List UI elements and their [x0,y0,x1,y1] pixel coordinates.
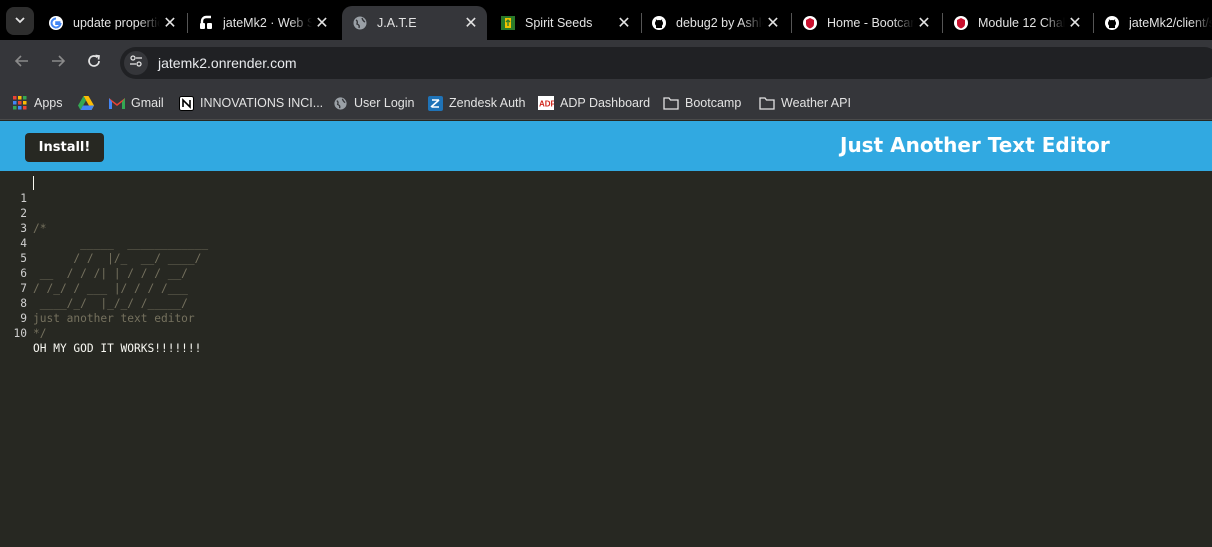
bookmark-label: Bootcamp [685,96,742,110]
editor-line[interactable]: 2 /* [0,191,1212,235]
tab-strip: update properties ✕ jateMk2 · Web Servic… [0,0,1212,40]
bookmark-label: Zendesk Auth [449,96,526,110]
editor-line[interactable]: 3 _____ ____________ [0,206,1212,250]
bookmark-adp-dashboard[interactable]: ADP ADP Dashboard [538,92,650,114]
reload-button[interactable] [82,51,106,75]
bootcamp-icon [802,15,818,31]
bookmark-bootcamp-folder[interactable]: Bootcamp [663,92,741,114]
close-icon[interactable]: ✕ [312,13,332,33]
tab-title: jateMk2/client/src [1129,16,1212,30]
bootcamp-icon [953,15,969,31]
browser-toolbar: jatemk2.onrender.com [0,40,1212,86]
tab-search-button[interactable] [6,7,34,35]
arrow-left-icon [14,53,30,74]
arrow-right-icon [50,53,66,74]
bookmark-label: Apps [34,96,63,110]
reload-icon [86,53,102,74]
bookmark-gmail[interactable]: Gmail [109,92,164,114]
github-icon [1104,15,1120,31]
back-button[interactable] [10,51,34,75]
editor-line[interactable]: 9 */ [0,296,1212,340]
bookmarks-bar: Apps Gmail INNOVATIONS INCI... User Logi… [0,86,1212,120]
bookmark-label: Weather API [781,96,851,110]
tab-title: update properties [73,16,160,30]
app-title: Just Another Text Editor [840,133,1110,157]
bookmark-user-login[interactable]: User Login [332,92,414,114]
tab-title: J.A.T.E [377,16,417,30]
globe-icon [352,15,368,31]
render-icon [198,15,214,31]
forward-button[interactable] [46,51,70,75]
tab-jatemk2-client-src[interactable]: jateMk2/client/src [1094,6,1212,40]
folder-icon [663,95,679,111]
google-icon [48,15,64,31]
editor-line[interactable]: 7 ____/_/ |_/_/ /_____/ [0,266,1212,310]
tab-spirit-seeds[interactable]: Spirit Seeds ✕ [490,6,640,40]
tab-title: debug2 by AshleyB [676,16,763,30]
editor-line[interactable]: 6 / /_/ / ___ |/ / / /___ [0,251,1212,295]
tab-home-bootcamp[interactable]: Home - Bootcamp ✕ [792,6,940,40]
spirit-seeds-icon [500,15,516,31]
editor-line[interactable]: 8 just another text editor [0,281,1212,325]
tab-title: Module 12 Challenge [978,16,1065,30]
line-text: OH MY GOD IT WORKS!!!!!!! [33,342,202,355]
gmail-icon [109,95,125,111]
bookmark-label: Gmail [131,96,164,110]
close-icon[interactable]: ✕ [614,13,634,33]
bookmark-apps[interactable]: Apps [12,92,63,114]
tab-debug2[interactable]: debug2 by AshleyB ✕ [641,6,789,40]
bookmark-weather-api-folder[interactable]: Weather API [759,92,851,114]
url-text: jatemk2.onrender.com [158,55,297,71]
bookmark-zendesk-auth[interactable]: Zendesk Auth [427,92,525,114]
close-icon[interactable]: ✕ [763,13,783,33]
bookmark-label: ADP Dashboard [560,96,651,110]
address-bar[interactable]: jatemk2.onrender.com [120,47,1212,79]
site-info-button[interactable] [124,51,148,75]
install-button[interactable]: Install! [25,133,104,162]
editor-line[interactable]: 5 __ / / /| | / / / __/ [0,236,1212,280]
bookmark-label: User Login [354,96,415,110]
tab-jate[interactable]: J.A.T.E ✕ [342,6,487,40]
line-text: */ [33,327,47,340]
bookmark-google-drive[interactable] [78,92,100,114]
tab-title: jateMk2 · Web Service [223,16,312,30]
notion-icon [178,95,194,111]
close-icon[interactable]: ✕ [1065,13,1085,33]
zendesk-icon [427,95,443,111]
globe-icon [332,95,348,111]
apps-grid-icon [12,95,28,111]
close-icon[interactable]: ✕ [160,13,180,33]
bookmark-label: INNOVATIONS INCI... [200,96,324,110]
editor-line[interactable]: 10 OH MY GOD IT WORKS!!!!!!! [0,311,1212,355]
editor-line[interactable]: 4 / / |/_ __/ ____/ [0,221,1212,265]
adp-icon: ADP [538,95,554,111]
tab-module-12-challenge[interactable]: Module 12 Challenge ✕ [943,6,1091,40]
close-icon[interactable]: ✕ [461,13,481,33]
github-icon [651,15,667,31]
tab-title: Home - Bootcamp [827,16,914,30]
tune-icon [129,54,143,73]
chevron-down-icon [14,14,26,29]
editor-line[interactable]: 1 [0,176,1212,205]
bookmark-innovations[interactable]: INNOVATIONS INCI... [178,92,323,114]
tab-title: Spirit Seeds [525,16,593,30]
code-editor[interactable]: 1 2 /* 3 _____ ____________ 4 / / |/_ __… [0,171,1212,547]
app-header: Install! Just Another Text Editor [0,121,1212,171]
tab-jatemk2-web-service[interactable]: jateMk2 · Web Service ✕ [188,6,338,40]
line-number: 10 [13,327,27,340]
tab-update-properties[interactable]: update properties ✕ [38,6,186,40]
svg-text:ADP: ADP [539,100,554,109]
close-icon[interactable]: ✕ [914,13,934,33]
folder-icon [759,95,775,111]
google-drive-icon [78,95,94,111]
